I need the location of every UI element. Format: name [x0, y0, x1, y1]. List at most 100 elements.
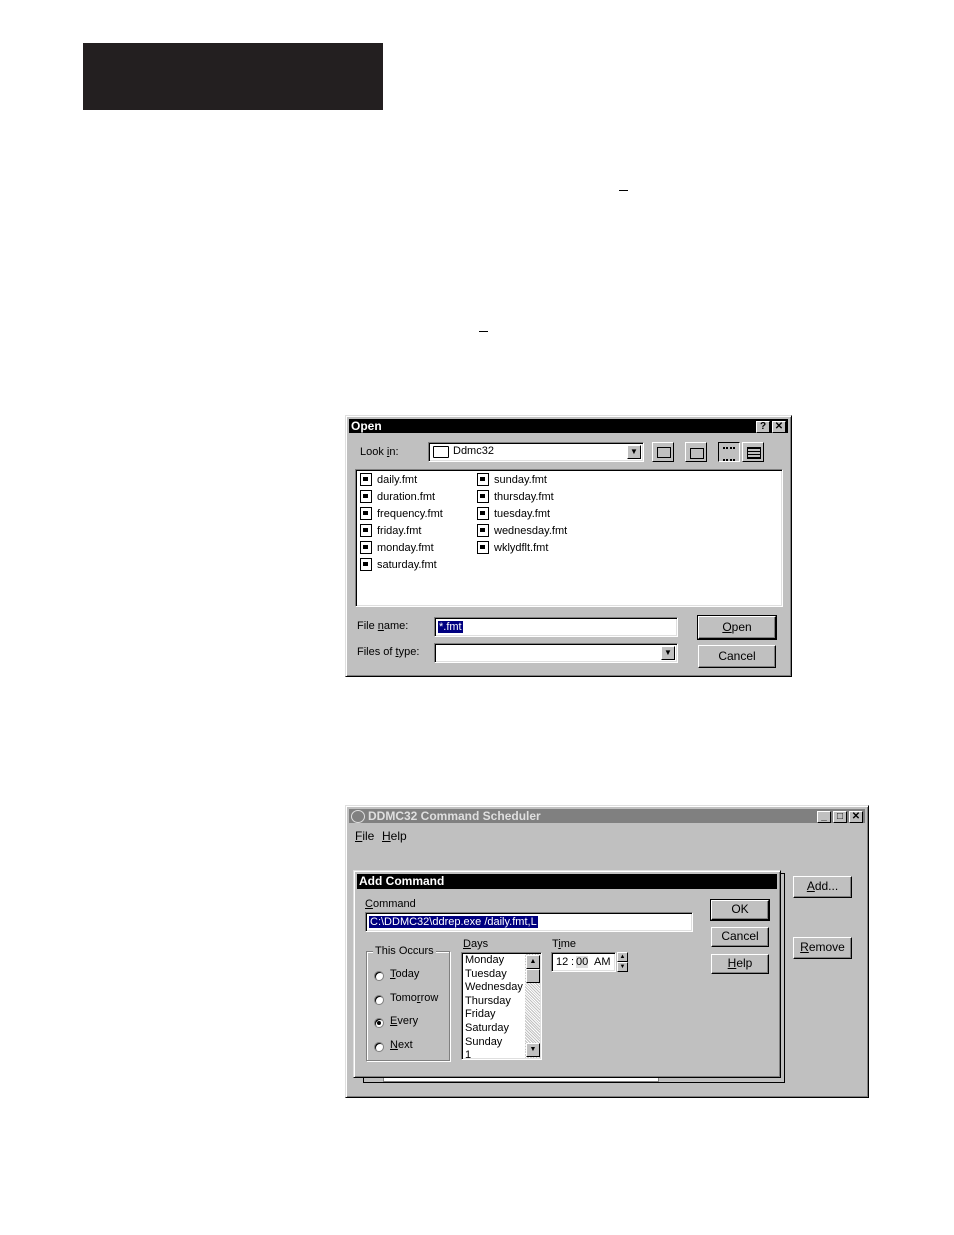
cancel-button[interactable]: Cancel: [698, 645, 776, 668]
spin-down-icon[interactable]: ▼: [617, 962, 628, 972]
list-view-icon: [723, 447, 735, 461]
add-command-dialog: Add Command Command C:\DDMC32\ddrep.exe …: [353, 870, 781, 1078]
new-folder-button[interactable]: [685, 442, 707, 462]
ok-button[interactable]: OK: [710, 899, 770, 921]
chevron-down-icon[interactable]: ▼: [661, 646, 675, 660]
scroll-thumb[interactable]: [526, 969, 540, 983]
add-command-title: Add Command: [359, 874, 445, 888]
file-item-label: duration.fmt: [377, 491, 436, 503]
radio-every-label: Every: [390, 1015, 419, 1027]
scheduler-window: DDMC32 Command Scheduler _ □ ✕ File Help…: [345, 805, 869, 1098]
scheduler-title: DDMC32 Command Scheduler: [368, 809, 541, 823]
file-item[interactable]: saturday.fmt: [360, 557, 437, 574]
open-dialog: Open ? ✕ Look in: Ddmc32 ▼ daily.fmt dura…: [345, 415, 792, 677]
radio-tomorrow[interactable]: [374, 995, 384, 1005]
day-list-item[interactable]: Thursday: [465, 995, 523, 1009]
time-picker[interactable]: 12 : 00 AM: [551, 952, 616, 972]
files-of-type-dropdown[interactable]: ▼: [434, 643, 678, 663]
scroll-up-icon[interactable]: ▲: [526, 955, 540, 969]
file-item-label: tuesday.fmt: [494, 508, 551, 520]
add-button[interactable]: Add...: [793, 876, 852, 898]
this-occurs-label: This Occurs: [373, 945, 436, 957]
open-button[interactable]: Open: [697, 615, 777, 640]
close-button[interactable]: ✕: [849, 811, 863, 823]
time-hour[interactable]: 12: [556, 956, 568, 968]
day-list-item[interactable]: Friday: [465, 1008, 523, 1022]
document-icon: [360, 489, 372, 503]
day-list-item[interactable]: Tuesday: [465, 968, 523, 982]
chapter-header-block: [83, 43, 383, 110]
document-icon: [477, 540, 489, 554]
details-view-icon: [747, 447, 761, 459]
file-item-label: wklydflt.fmt: [494, 542, 549, 554]
time-separator: :: [571, 956, 575, 968]
file-item[interactable]: wednesday.fmt: [477, 523, 567, 540]
document-icon: [360, 506, 372, 520]
file-item[interactable]: monday.fmt: [360, 540, 434, 557]
radio-every[interactable]: [374, 1018, 384, 1028]
file-item[interactable]: friday.fmt: [360, 523, 421, 540]
file-item-label: wednesday.fmt: [494, 525, 568, 537]
file-item-label: friday.fmt: [377, 525, 422, 537]
maximize-icon: □: [836, 811, 844, 822]
time-minute[interactable]: 00: [576, 956, 589, 968]
days-listbox[interactable]: Monday Tuesday Wednesday Thursday Friday Satu…: [461, 952, 542, 1060]
radio-tomorrow-label: Tomorrow: [390, 992, 439, 1004]
day-list-item[interactable]: Sunday: [465, 1036, 523, 1050]
look-in-dropdown[interactable]: Ddmc32 ▼: [428, 442, 644, 462]
file-item[interactable]: sunday.fmt: [477, 472, 547, 489]
list-view-button[interactable]: [718, 442, 740, 462]
help-button[interactable]: ?: [756, 421, 770, 433]
file-item[interactable]: daily.fmt: [360, 472, 417, 489]
file-name-input[interactable]: *.fmt: [434, 617, 678, 637]
file-item-label: saturday.fmt: [377, 559, 437, 571]
file-item[interactable]: wklydflt.fmt: [477, 540, 548, 557]
close-button[interactable]: ✕: [772, 421, 786, 433]
scroll-down-icon[interactable]: ▼: [526, 1043, 540, 1057]
menu-file[interactable]: File: [355, 829, 374, 843]
day-list-item[interactable]: Saturday: [465, 1022, 523, 1036]
radio-today-label: Today: [390, 968, 420, 980]
open-dialog-titlebar: Open ? ✕: [349, 419, 788, 433]
scheduler-titlebar: DDMC32 Command Scheduler _ □ ✕: [349, 809, 865, 824]
up-one-level-button[interactable]: [652, 442, 674, 462]
file-list[interactable]: daily.fmt duration.fmt frequency.fmt friday…: [355, 469, 783, 607]
document-icon: [360, 472, 372, 486]
day-list-item[interactable]: 1: [465, 1049, 523, 1059]
cancel-button[interactable]: Cancel: [711, 927, 769, 947]
file-item-label: thursday.fmt: [494, 491, 554, 503]
day-list-item[interactable]: Monday: [465, 954, 523, 968]
document-icon: [477, 523, 489, 537]
spin-up-icon[interactable]: ▲: [617, 952, 628, 962]
file-item[interactable]: thursday.fmt: [477, 489, 554, 506]
file-item[interactable]: duration.fmt: [360, 489, 435, 506]
menu-help[interactable]: Help: [382, 829, 407, 843]
file-name-label: File name:: [357, 620, 409, 632]
help-button[interactable]: Help: [711, 954, 769, 974]
document-icon: [477, 506, 489, 520]
close-icon: ✕: [774, 421, 784, 432]
look-in-label: Look in:: [360, 446, 399, 458]
document-icon: [477, 489, 489, 503]
radio-next[interactable]: [374, 1042, 384, 1052]
underscore-mark: [619, 190, 628, 191]
time-ampm[interactable]: AM: [594, 956, 610, 968]
minimize-button[interactable]: _: [817, 811, 831, 823]
command-input[interactable]: C:\DDMC32\ddrep.exe /daily.fmt,L: [365, 912, 693, 932]
file-item[interactable]: frequency.fmt: [360, 506, 443, 523]
folder-icon: [433, 446, 449, 458]
details-view-button[interactable]: [742, 442, 764, 462]
file-name-value: *.fmt: [438, 621, 463, 633]
close-icon: ✕: [851, 811, 861, 822]
up-folder-icon: [657, 447, 671, 458]
radio-today[interactable]: [374, 971, 384, 981]
day-list-item[interactable]: Wednesday: [465, 981, 523, 995]
remove-button[interactable]: Remove: [793, 937, 852, 959]
document-icon: [477, 472, 489, 486]
file-item-label: monday.fmt: [377, 542, 434, 554]
maximize-button[interactable]: □: [833, 811, 847, 823]
open-dialog-title: Open: [351, 419, 382, 433]
chevron-down-icon[interactable]: ▼: [627, 445, 641, 459]
file-item[interactable]: tuesday.fmt: [477, 506, 550, 523]
file-item-label: frequency.fmt: [377, 508, 443, 520]
